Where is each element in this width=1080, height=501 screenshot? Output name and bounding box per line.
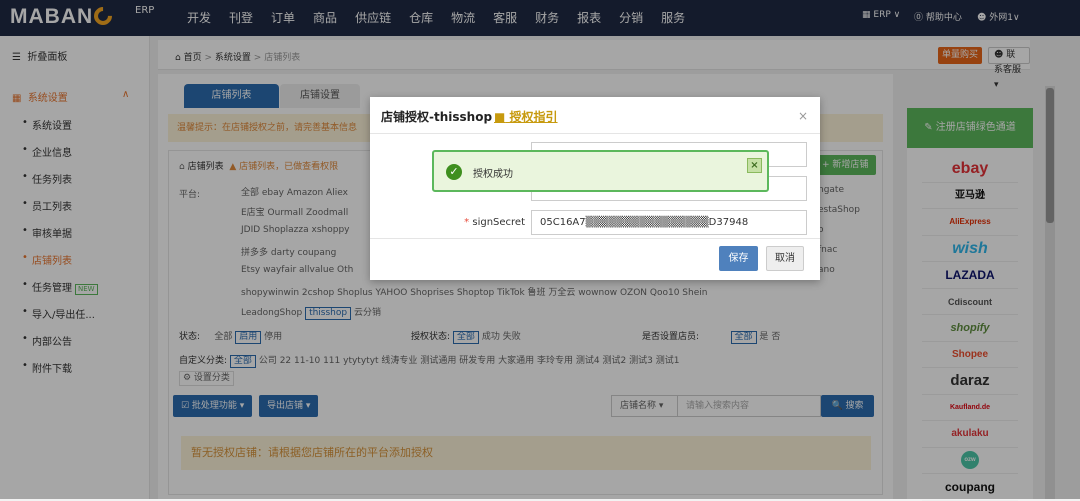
sign-secret-input[interactable]: 05C16A7▒▒▒▒▒▒▒▒▒▒▒▒▒▒▒▒D37948 (531, 210, 807, 235)
success-toast: ✓ 授权成功 × (432, 150, 769, 192)
auth-guide-link[interactable]: ■ 授权指引 (494, 108, 558, 125)
close-icon[interactable]: × (798, 109, 808, 123)
book-icon: ■ (494, 110, 506, 124)
toast-message: 授权成功 (473, 169, 513, 180)
modal-header: 店铺授权-thisshop ■ 授权指引 × (370, 97, 820, 134)
modal-title: 店铺授权-thisshop (381, 110, 493, 124)
sign-secret-label: * signSecret (464, 217, 525, 228)
check-icon: ✓ (446, 164, 462, 180)
toast-close-icon[interactable]: × (747, 158, 762, 173)
cancel-button[interactable]: 取消 (766, 246, 804, 271)
save-button[interactable]: 保存 (719, 246, 758, 271)
